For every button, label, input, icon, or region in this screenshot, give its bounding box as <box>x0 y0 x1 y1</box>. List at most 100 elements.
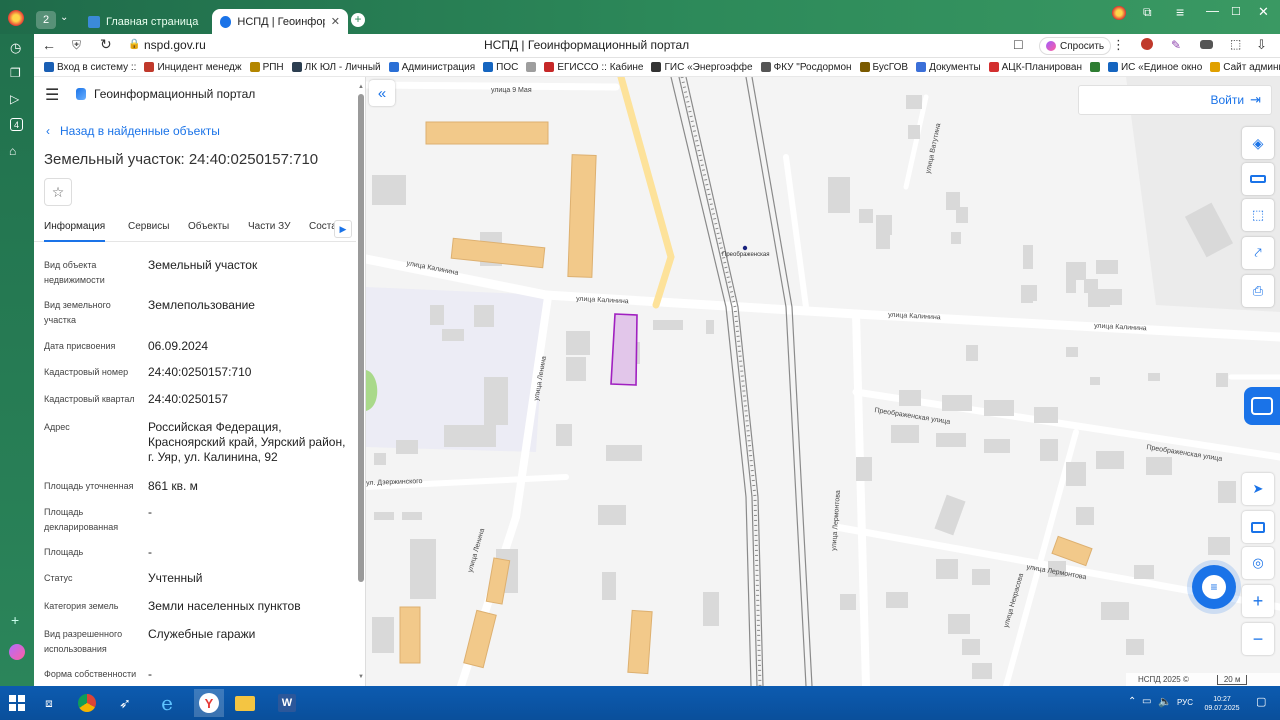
scroll-up-icon[interactable]: ▲ <box>358 84 364 90</box>
basemap-button[interactable] <box>1242 511 1274 543</box>
play-icon[interactable]: ▷ <box>10 92 19 106</box>
ask-icon <box>1046 41 1056 51</box>
tab-composition[interactable]: Соста <box>309 221 337 232</box>
maximize-icon[interactable]: ☐ <box>1231 5 1241 18</box>
zoom-out-button[interactable]: − <box>1242 623 1274 655</box>
layers-button[interactable]: ◈ <box>1242 127 1274 159</box>
chevron-down-icon[interactable]: ⌄ <box>60 12 68 23</box>
bookmark-item[interactable]: БусГОВ <box>859 62 908 73</box>
minimize-icon[interactable]: — <box>1206 3 1219 18</box>
menu-icon[interactable]: ≡ <box>1176 4 1184 20</box>
tray-chevron-icon[interactable]: ⌃ <box>1128 696 1136 707</box>
info-value: Служебные гаражи <box>148 627 256 641</box>
panel-scrollbar[interactable]: ▲ ▼ <box>358 84 364 684</box>
chat-button[interactable]: ≡ <box>1192 565 1236 609</box>
shield-icon[interactable]: ⛨ <box>72 38 81 53</box>
back-link[interactable]: ‹ Назад в найденные объекты <box>46 124 220 138</box>
collapse-panel-button[interactable]: « <box>369 80 395 106</box>
tab-count-badge[interactable]: 2 <box>36 11 56 29</box>
alice-icon[interactable] <box>9 644 25 660</box>
address-bar[interactable]: nspd.gov.ru <box>144 38 206 52</box>
ruler-button[interactable] <box>1242 163 1274 195</box>
add-icon[interactable]: + <box>11 612 19 628</box>
pin-button[interactable]: ◎ <box>1242 547 1274 579</box>
scroll-down-icon[interactable]: ▼ <box>358 674 364 680</box>
reload-icon[interactable]: ↻ <box>100 36 112 53</box>
back-arrow-icon[interactable]: ← <box>42 37 56 53</box>
ie-app[interactable]: e <box>154 691 180 715</box>
login-button[interactable]: Войти ⇥ <box>1078 85 1272 115</box>
extension-1-icon[interactable] <box>1141 38 1153 50</box>
window-close-icon[interactable]: ✕ <box>1258 4 1269 20</box>
app-4-icon[interactable]: 4 <box>10 118 23 131</box>
bookmark-item[interactable]: ГИС «Энергоэффе <box>651 61 753 73</box>
extension-3-icon[interactable] <box>1200 40 1213 49</box>
network-icon[interactable]: ▭ <box>1142 696 1151 707</box>
downloads-icon[interactable]: ⇩ <box>1256 37 1267 53</box>
tab-objects[interactable]: Объекты <box>188 221 229 232</box>
camera-icon[interactable]: ⌂ <box>9 144 16 158</box>
tabs-scroll-right-button[interactable]: ▶ <box>334 220 352 238</box>
info-label: Вид разрешенного использования <box>44 629 123 654</box>
info-value: - <box>148 667 152 681</box>
zoom-in-button[interactable]: + <box>1242 585 1274 617</box>
bookmark-item[interactable]: Вход в систему :: <box>44 62 136 73</box>
yandex-browser-icon: Y <box>199 693 219 713</box>
browser-logo-icon[interactable] <box>8 10 24 26</box>
bookmark-item[interactable]: ФКУ "Росдормон <box>760 62 852 73</box>
close-icon[interactable]: ✕ <box>331 15 340 28</box>
bird-app[interactable]: ➶ <box>112 692 138 714</box>
tab-home[interactable]: Главная страница <box>80 9 210 34</box>
tab-information[interactable]: Информация <box>44 221 106 242</box>
tab-parts[interactable]: Части ЗУ <box>248 221 290 232</box>
print-button[interactable]: ⎙ <box>1242 275 1274 307</box>
bookmarks-icon[interactable]: ⧉ <box>1143 5 1152 20</box>
profile-icon[interactable] <box>1112 6 1126 20</box>
word-app[interactable]: W <box>274 692 300 714</box>
bookmark-item[interactable]: АЦК-Планирован <box>988 62 1082 73</box>
new-tab-button[interactable]: + <box>351 13 365 27</box>
bookmark-item[interactable]: ЕГИССО :: Кабине <box>544 62 643 73</box>
history-icon[interactable]: ◷ <box>10 40 21 56</box>
share-button[interactable]: ⤤ <box>1242 237 1274 269</box>
bookmark-item[interactable] <box>1089 62 1100 72</box>
favorite-button[interactable]: ☆ <box>44 178 72 206</box>
map-canvas[interactable] <box>366 77 1280 686</box>
explorer-app[interactable] <box>232 692 258 714</box>
bookmark-item[interactable] <box>526 62 537 72</box>
keyboard-language[interactable]: РУС <box>1177 698 1193 707</box>
bookmark-favicon-icon <box>44 62 54 72</box>
extension-4-icon[interactable]: ⬚ <box>1230 37 1241 51</box>
collections-icon[interactable]: ❐ <box>10 66 21 80</box>
bookmark-item[interactable]: Сайт администрат <box>1210 62 1280 73</box>
chrome-app[interactable] <box>74 692 100 714</box>
task-view-button[interactable]: ⧈ <box>36 692 62 714</box>
bookmark-label: ЕГИССО :: Кабине <box>557 61 644 73</box>
more-icon[interactable]: ⋮ <box>1112 37 1125 53</box>
tab-nspd[interactable]: НСПД | Геоинформацио ✕ <box>212 9 348 34</box>
hamburger-icon[interactable]: ☰ <box>45 85 59 105</box>
scrollbar-thumb[interactable] <box>358 94 364 582</box>
bookmark-item[interactable]: ИС «Единое окно <box>1107 62 1202 73</box>
clock[interactable]: 10:27 09.07.2025 <box>1200 695 1244 713</box>
bookmark-item[interactable]: Администрация <box>388 62 475 73</box>
map-view[interactable]: улица 9 Мая улица Калинина улица Калинин… <box>366 77 1280 686</box>
feedback-button[interactable] <box>1244 387 1280 425</box>
volume-icon[interactable]: 🔈 <box>1158 695 1172 708</box>
geolocate-button[interactable]: ➤ <box>1242 473 1274 505</box>
ask-button[interactable]: Спросить <box>1039 37 1112 55</box>
bookmark-item[interactable]: РПН <box>249 62 284 73</box>
info-value: Земельный участок <box>148 258 258 272</box>
bookmark-item[interactable]: Документы <box>916 62 981 73</box>
bookmark-icon[interactable]: ☐ <box>1013 38 1024 52</box>
yandex-app[interactable]: Y <box>194 689 224 717</box>
notifications-icon[interactable]: ▢ <box>1256 695 1266 708</box>
start-button[interactable] <box>4 692 30 714</box>
extension-2-icon[interactable]: ✎ <box>1171 38 1181 52</box>
bookmark-item[interactable]: ЛК ЮЛ - Личный <box>291 62 381 73</box>
bookmark-label: ГИС «Энергоэффе <box>664 61 753 73</box>
bookmark-item[interactable]: Инцидент менедж <box>144 62 242 73</box>
bookmark-item[interactable]: ПОС <box>483 62 518 73</box>
select-area-button[interactable]: ⬚ <box>1242 199 1274 231</box>
tab-services[interactable]: Сервисы <box>128 221 169 232</box>
